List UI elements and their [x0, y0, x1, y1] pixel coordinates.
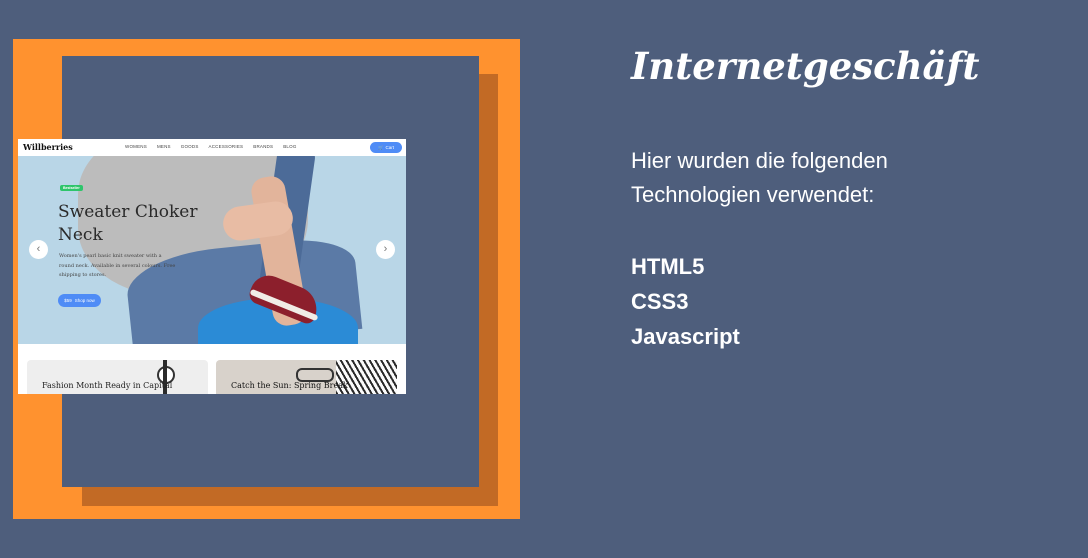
preview-menu-item: WOMENS	[125, 144, 147, 149]
preview-shop-label: Shop now	[74, 298, 95, 303]
project-preview[interactable]: Willberries WOMENS MENS GOODS ACCESSORIE…	[18, 139, 406, 394]
preview-menu-item: BRANDS	[253, 144, 274, 149]
technology-item: Javascript	[631, 324, 740, 349]
preview-logo: Willberries	[23, 142, 73, 152]
technology-item: HTML5	[631, 254, 705, 279]
preview-menu-item: ACCESSORIES	[208, 144, 244, 149]
technology-list: HTML5 CSS3 Javascript	[631, 249, 740, 354]
preview-cart-button: 🛒 Cart	[370, 142, 402, 153]
preview-menu: WOMENS MENS GOODS ACCESSORIES BRANDS BLO…	[125, 144, 297, 149]
chevron-right-icon: ›	[376, 240, 395, 259]
preview-card-title: Catch the Sun: Spring Break	[231, 381, 348, 390]
preview-menu-item: BLOG	[283, 144, 297, 149]
technology-item: CSS3	[631, 289, 689, 314]
project-intro: Hier wurden die folgenden Technologien v…	[631, 148, 888, 207]
cart-icon: 🛒	[377, 144, 384, 150]
preview-card: Catch the Sun: Spring Break	[216, 360, 397, 394]
preview-cart-label: Cart	[385, 145, 395, 150]
preview-hero-description: Women's pearl basic knit sweater with a …	[59, 253, 176, 278]
preview-menu-item: MENS	[156, 144, 171, 149]
project-heading: Internetgeschäft	[631, 44, 980, 88]
preview-menu-item: GOODS	[180, 144, 199, 149]
preview-navbar: Willberries WOMENS MENS GOODS ACCESSORIE…	[18, 139, 406, 157]
preview-card: Fashion Month Ready in Capital	[27, 360, 208, 394]
preview-hero: Bestseller Sweater Choker Neck Women's p…	[18, 156, 406, 344]
chevron-left-icon: ‹	[29, 240, 48, 259]
preview-price: $59	[64, 298, 72, 303]
preview-shop-button: $59 Shop now	[58, 294, 101, 307]
preview-badge: Bestseller	[60, 185, 83, 191]
preview-card-title: Fashion Month Ready in Capital	[42, 381, 173, 390]
preview-hero-title: Sweater Choker Neck	[58, 202, 198, 245]
